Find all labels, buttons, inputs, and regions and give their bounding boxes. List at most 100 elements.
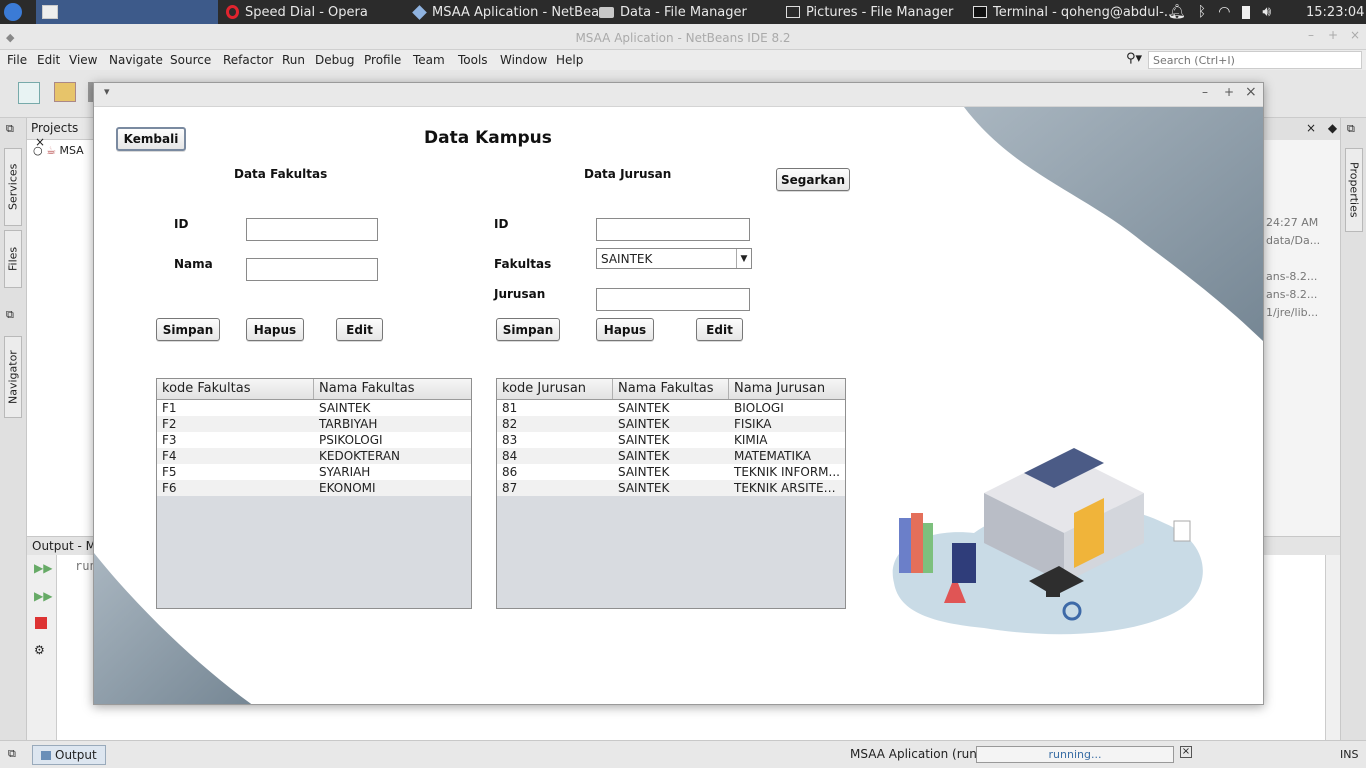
fakultas-edit-button[interactable]: Edit	[336, 318, 383, 341]
table-row[interactable]: F5 SYARIAH	[157, 464, 471, 480]
menu-debug[interactable]: Debug	[315, 53, 354, 67]
expand-icon[interactable]: ○	[33, 144, 43, 157]
chevron-down-icon[interactable]: ▼	[736, 249, 751, 268]
menu-file[interactable]: File	[7, 53, 27, 67]
netbeans-icon	[412, 4, 427, 20]
menu-source[interactable]: Source	[170, 53, 211, 67]
table-row[interactable]: 86 SAINTEK TEKNIK INFORM...	[497, 464, 845, 480]
output-tab[interactable]: Output	[32, 745, 106, 765]
table-row[interactable]: F3 PSIKOLOGI	[157, 432, 471, 448]
cell-fakultas: SAINTEK	[618, 481, 670, 495]
back-button[interactable]: Kembali	[116, 127, 186, 151]
rerun-customized-icon[interactable]: ▶▶	[34, 589, 52, 603]
output-scrollbar[interactable]	[1325, 555, 1340, 741]
right-side-strip: ⧉ Properties	[1340, 118, 1366, 740]
stop-icon[interactable]	[35, 617, 47, 629]
new-project-icon[interactable]	[54, 82, 76, 102]
menu-team[interactable]: Team	[413, 53, 445, 67]
refresh-button[interactable]: Segarkan	[776, 168, 850, 191]
jurusan-save-button[interactable]: Simpan	[496, 318, 560, 341]
menu-edit[interactable]: Edit	[37, 53, 60, 67]
table-row[interactable]: 84 SAINTEK MATEMATIKA	[497, 448, 845, 464]
ide-search-input[interactable]	[1148, 51, 1362, 69]
navigator-tab[interactable]: Navigator	[4, 336, 22, 418]
table-row[interactable]: 82 SAINTEK FISIKA	[497, 416, 845, 432]
fakultas-nama-input[interactable]	[246, 258, 378, 281]
menu-view[interactable]: View	[69, 53, 97, 67]
task-label: Data - File Manager	[620, 4, 747, 20]
properties-tab[interactable]: Properties	[1345, 148, 1363, 232]
table-row[interactable]: F4 KEDOKTERAN	[157, 448, 471, 464]
cell-nama: PSIKOLOGI	[319, 433, 383, 447]
volume-icon[interactable]: 🔊︎	[1262, 4, 1271, 20]
maximize-icon[interactable]: +	[1328, 28, 1338, 42]
settings-icon[interactable]: ⚙	[34, 643, 45, 657]
table-row[interactable]: F6 EKONOMI	[157, 480, 471, 496]
column-header[interactable]: Nama Jurusan	[729, 379, 845, 399]
fakultas-table[interactable]: kode Fakultas Nama Fakultas F1 SAINTEK F2…	[156, 378, 472, 609]
task-file-manager-data[interactable]: Data - File Manager	[599, 0, 747, 24]
clock[interactable]: 15:23:04	[1306, 0, 1364, 24]
jurusan-nama-input[interactable]	[596, 288, 750, 311]
services-tab[interactable]: Services	[4, 148, 22, 226]
menu-refactor[interactable]: Refactor	[223, 53, 273, 67]
new-file-icon[interactable]	[18, 82, 40, 104]
task-terminal[interactable]: Terminal - qoheng@abdul-...	[973, 0, 1176, 24]
close-icon[interactable]: ×	[1245, 84, 1257, 100]
minimize-icon[interactable]: –	[1308, 28, 1314, 42]
app-menu-button[interactable]	[4, 0, 22, 24]
wifi-icon[interactable]: ◠	[1218, 4, 1230, 20]
task-file-manager-pictures[interactable]: Pictures - File Manager	[786, 0, 953, 24]
restore-window-icon[interactable]: ⧉	[6, 122, 14, 136]
jurusan-id-label: ID	[494, 217, 509, 231]
menu-run[interactable]: Run	[282, 53, 305, 67]
restore-window-icon[interactable]: ⧉	[6, 308, 14, 322]
restore-window-icon[interactable]: ⧉	[8, 747, 16, 761]
fakultas-combobox[interactable]: SAINTEK ▼	[596, 248, 752, 269]
jurusan-edit-button[interactable]: Edit	[696, 318, 743, 341]
window-menu-icon[interactable]: ▾	[104, 85, 110, 98]
menu-tools[interactable]: Tools	[458, 53, 488, 67]
log-line: ans-8.2...	[1266, 270, 1318, 283]
menu-help[interactable]: Help	[556, 53, 583, 67]
table-row[interactable]: F2 TARBIYAH	[157, 416, 471, 432]
maximize-icon[interactable]: +	[1224, 85, 1234, 99]
opera-icon	[226, 5, 239, 19]
notification-bell-icon[interactable]: 🔔︎	[1168, 4, 1186, 20]
menu-profile[interactable]: Profile	[364, 53, 401, 67]
menu-window[interactable]: Window	[500, 53, 547, 67]
project-root[interactable]: MSA	[59, 144, 83, 157]
fakultas-delete-button[interactable]: Hapus	[246, 318, 304, 341]
task-java-app[interactable]	[36, 0, 218, 24]
fakultas-id-input[interactable]	[246, 218, 378, 241]
restore-window-icon[interactable]: ⧉	[1347, 122, 1355, 136]
column-header[interactable]: Nama Fakultas	[314, 379, 471, 399]
table-row[interactable]: F1 SAINTEK	[157, 400, 471, 416]
close-icon[interactable]: ×	[1350, 28, 1360, 42]
battery-icon[interactable]	[1242, 5, 1251, 19]
task-netbeans[interactable]: MSAA Aplication - NetBea...	[412, 0, 611, 24]
table-row[interactable]: 81 SAINTEK BIOLOGI	[497, 400, 845, 416]
pin-icon[interactable]: ◆	[1328, 121, 1337, 135]
rerun-icon[interactable]: ▶▶	[34, 561, 52, 575]
search-icon[interactable]: ⚲▾	[1126, 51, 1142, 66]
bluetooth-icon[interactable]: ᛒ	[1198, 4, 1206, 20]
cancel-task-icon[interactable]: ×	[1180, 746, 1192, 758]
files-tab[interactable]: Files	[4, 230, 22, 288]
fakultas-save-button[interactable]: Simpan	[156, 318, 220, 341]
task-opera[interactable]: Speed Dial - Opera	[226, 0, 368, 24]
column-header[interactable]: kode Jurusan	[497, 379, 613, 399]
table-row[interactable]: 87 SAINTEK TEKNIK ARSITEK...	[497, 480, 845, 496]
xfce-menu-icon	[4, 3, 22, 21]
column-header[interactable]: kode Fakultas	[157, 379, 314, 399]
projects-tab[interactable]: Projects	[31, 121, 78, 135]
close-icon[interactable]: ×	[1306, 121, 1316, 135]
minimize-icon[interactable]: –	[1202, 85, 1208, 99]
jurusan-table[interactable]: kode Jurusan Nama Fakultas Nama Jurusan …	[496, 378, 846, 609]
menu-navigate[interactable]: Navigate	[109, 53, 163, 67]
jurusan-delete-button[interactable]: Hapus	[596, 318, 654, 341]
table-row[interactable]: 83 SAINTEK KIMIA	[497, 432, 845, 448]
statusbar: ⧉ Output MSAA Aplication (run) running..…	[0, 740, 1366, 768]
column-header[interactable]: Nama Fakultas	[613, 379, 729, 399]
jurusan-id-input[interactable]	[596, 218, 750, 241]
